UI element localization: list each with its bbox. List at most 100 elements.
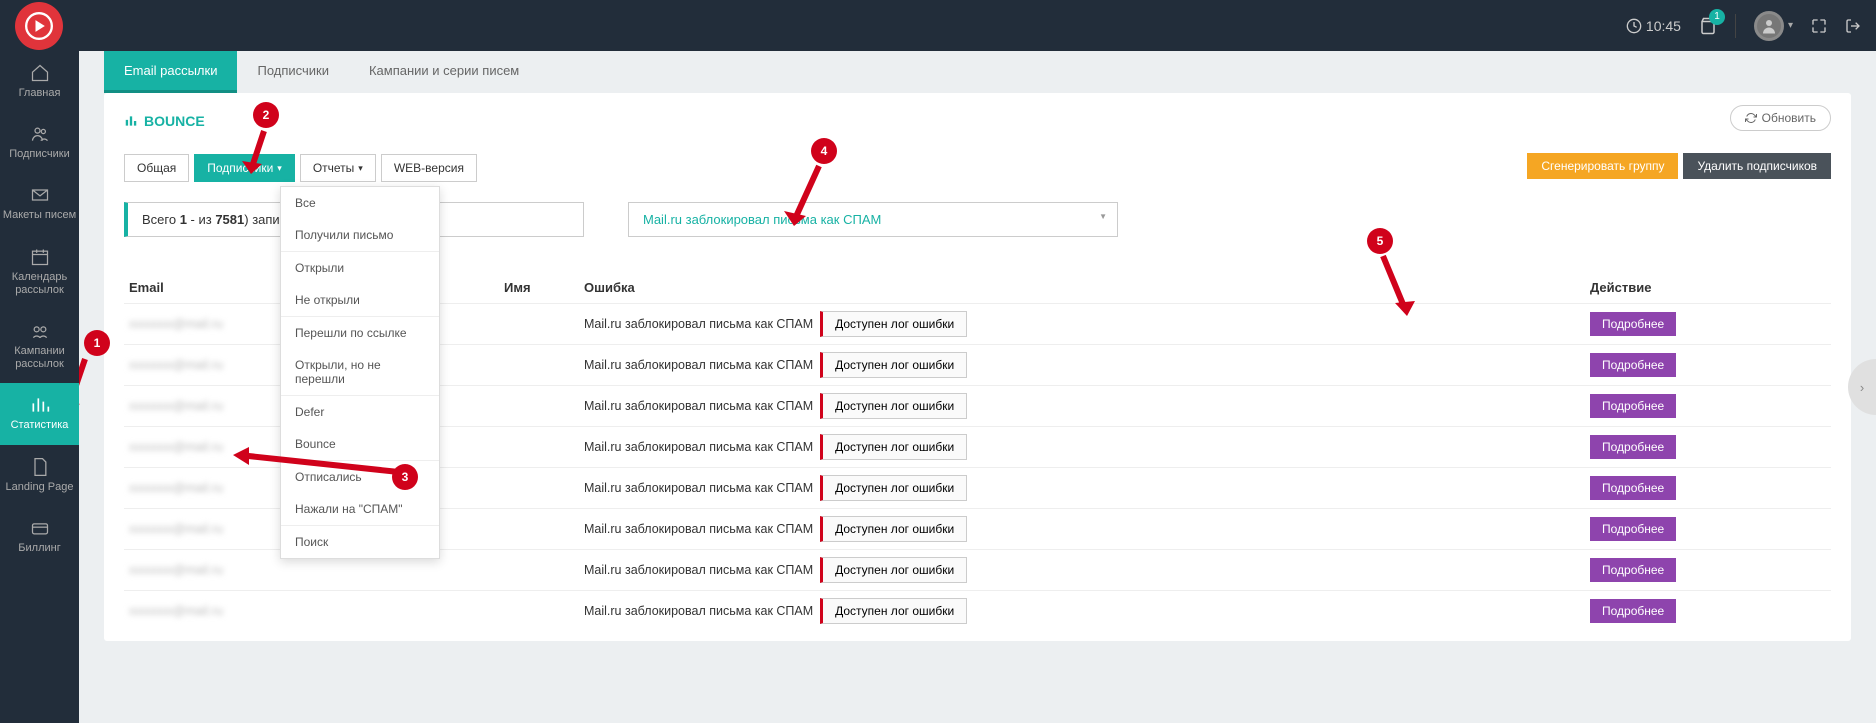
sidebar-item-billing[interactable]: Биллинг: [0, 506, 79, 567]
details-button[interactable]: Подробнее: [1590, 517, 1676, 541]
sidebar-item-statistics[interactable]: Статистика: [0, 383, 79, 444]
dd-received[interactable]: Получили письмо: [281, 219, 439, 251]
details-button[interactable]: Подробнее: [1590, 394, 1676, 418]
delete-subscribers-button[interactable]: Удалить подписчиков: [1683, 153, 1831, 179]
dd-opened[interactable]: Открыли: [281, 251, 439, 284]
cell-action: Подробнее: [1024, 476, 1831, 500]
tab-subscribers[interactable]: Подписчики: [237, 51, 349, 93]
sidebar-label: Статистика: [11, 419, 69, 432]
bounce-card: BOUNCE Обновить Общая Подписчики ▾ Отчет…: [104, 93, 1851, 641]
log-button[interactable]: Доступен лог ошибки: [820, 598, 967, 624]
sidebar-label: Макеты писем: [3, 209, 76, 222]
app-logo[interactable]: [15, 2, 63, 50]
dd-opened-no-click[interactable]: Открыли, но не перешли: [281, 349, 439, 395]
filter-select[interactable]: Mail.ru заблокировал письма как СПАМ: [628, 202, 1118, 237]
cell-error: Mail.ru заблокировал письма как СПАМ Дос…: [584, 434, 1024, 460]
pill-general[interactable]: Общая: [124, 154, 189, 182]
expand-icon: [1811, 18, 1827, 34]
cell-action: Подробнее: [1024, 312, 1831, 336]
log-button[interactable]: Доступен лог ошибки: [820, 434, 967, 460]
refresh-button[interactable]: Обновить: [1730, 105, 1831, 131]
header-time: 10:45: [1626, 18, 1681, 34]
arrow-2: [239, 126, 279, 176]
tab-email-campaigns[interactable]: Email рассылки: [104, 51, 237, 93]
marker-5: 5: [1367, 228, 1393, 254]
cell-error: Mail.ru заблокировал письма как СПАМ Дос…: [584, 557, 1024, 583]
sidebar-item-home[interactable]: Главная: [0, 51, 79, 112]
sidebar-label: Подписчики: [9, 148, 70, 161]
cart-badge: 1: [1709, 9, 1725, 25]
dd-clicked[interactable]: Перешли по ссылке: [281, 316, 439, 349]
refresh-label: Обновить: [1762, 111, 1816, 125]
header-cart[interactable]: 1: [1699, 17, 1717, 35]
error-text: Mail.ru заблокировал письма как СПАМ: [584, 358, 813, 372]
pill-reports[interactable]: Отчеты ▾: [300, 154, 376, 182]
avatar-icon: [1754, 11, 1784, 41]
logout-icon: [1845, 18, 1861, 34]
subscribers-dropdown: Все Получили письмо Открыли Не открыли П…: [280, 186, 440, 559]
cell-action: Подробнее: [1024, 394, 1831, 418]
marker-1: 1: [84, 330, 110, 356]
slide-handle[interactable]: ›: [1848, 359, 1876, 415]
count-mid: - из: [187, 212, 215, 227]
filter-selected-label: Mail.ru заблокировал письма как СПАМ: [643, 212, 881, 227]
top-header: 10:45 1 ▾: [0, 0, 1876, 51]
count-bold: 1: [180, 212, 187, 227]
header-avatar[interactable]: ▾: [1754, 11, 1793, 41]
cell-error: Mail.ru заблокировал письма как СПАМ Дос…: [584, 311, 1024, 337]
details-button[interactable]: Подробнее: [1590, 435, 1676, 459]
calendar-icon: [30, 247, 50, 267]
log-button[interactable]: Доступен лог ошибки: [820, 311, 967, 337]
details-button[interactable]: Подробнее: [1590, 353, 1676, 377]
top-tabs: Email рассылки Подписчики Кампании и сер…: [79, 51, 1876, 93]
details-button[interactable]: Подробнее: [1590, 312, 1676, 336]
home-icon: [30, 63, 50, 83]
dd-defer[interactable]: Defer: [281, 395, 439, 428]
log-button[interactable]: Доступен лог ошибки: [820, 352, 967, 378]
details-button[interactable]: Подробнее: [1590, 599, 1676, 623]
arrow-5: [1375, 251, 1415, 321]
sidebar-label: Биллинг: [18, 542, 60, 555]
error-text: Mail.ru заблокировал письма как СПАМ: [584, 481, 813, 495]
sidebar-item-subscribers[interactable]: Подписчики: [0, 112, 79, 173]
log-button[interactable]: Доступен лог ошибки: [820, 516, 967, 542]
cell-error: Mail.ru заблокировал письма как СПАМ Дос…: [584, 352, 1024, 378]
chevron-right-icon: ›: [1860, 380, 1864, 395]
marker-3: 3: [392, 464, 418, 490]
page-icon: [30, 457, 50, 477]
marker-2: 2: [253, 102, 279, 128]
sidebar-item-templates[interactable]: Макеты писем: [0, 173, 79, 234]
log-button[interactable]: Доступен лог ошибки: [820, 475, 967, 501]
chevron-down-icon: ▾: [1788, 20, 1793, 31]
cell-error: Mail.ru заблокировал письма как СПАМ Дос…: [584, 475, 1024, 501]
header-expand[interactable]: [1811, 18, 1827, 34]
dd-all[interactable]: Все: [281, 187, 439, 219]
header-logout[interactable]: [1845, 18, 1861, 34]
error-text: Mail.ru заблокировал письма как СПАМ: [584, 399, 813, 413]
sidebar-item-calendar[interactable]: Календарь рассылок: [0, 235, 79, 309]
main-content: Email рассылки Подписчики Кампании и сер…: [79, 51, 1876, 723]
cell-action: Подробнее: [1024, 558, 1831, 582]
bars-icon: [124, 114, 138, 128]
generate-group-button[interactable]: Сгенерировать группу: [1527, 153, 1678, 179]
dd-spam[interactable]: Нажали на "СПАМ": [281, 493, 439, 525]
card-title: BOUNCE: [124, 113, 1831, 129]
dd-not-opened[interactable]: Не открыли: [281, 284, 439, 316]
sidebar-label: Кампании рассылок: [2, 345, 77, 371]
arrow-4: [784, 161, 834, 231]
details-button[interactable]: Подробнее: [1590, 558, 1676, 582]
log-button[interactable]: Доступен лог ошибки: [820, 557, 967, 583]
pill-reports-label: Отчеты: [313, 161, 354, 175]
dd-search[interactable]: Поиск: [281, 525, 439, 558]
count-total: 7581: [215, 212, 244, 227]
sidebar-item-campaigns[interactable]: Кампании рассылок: [0, 309, 79, 383]
stats-icon: [30, 395, 50, 415]
sidebar-item-landing[interactable]: Landing Page: [0, 445, 79, 506]
tab-campaigns-series[interactable]: Кампании и серии писем: [349, 51, 539, 93]
log-button[interactable]: Доступен лог ошибки: [820, 393, 967, 419]
arrow-3: [229, 447, 409, 487]
pill-web[interactable]: WEB-версия: [381, 154, 477, 182]
details-button[interactable]: Подробнее: [1590, 476, 1676, 500]
error-text: Mail.ru заблокировал письма как СПАМ: [584, 604, 813, 618]
cell-action: Подробнее: [1024, 353, 1831, 377]
